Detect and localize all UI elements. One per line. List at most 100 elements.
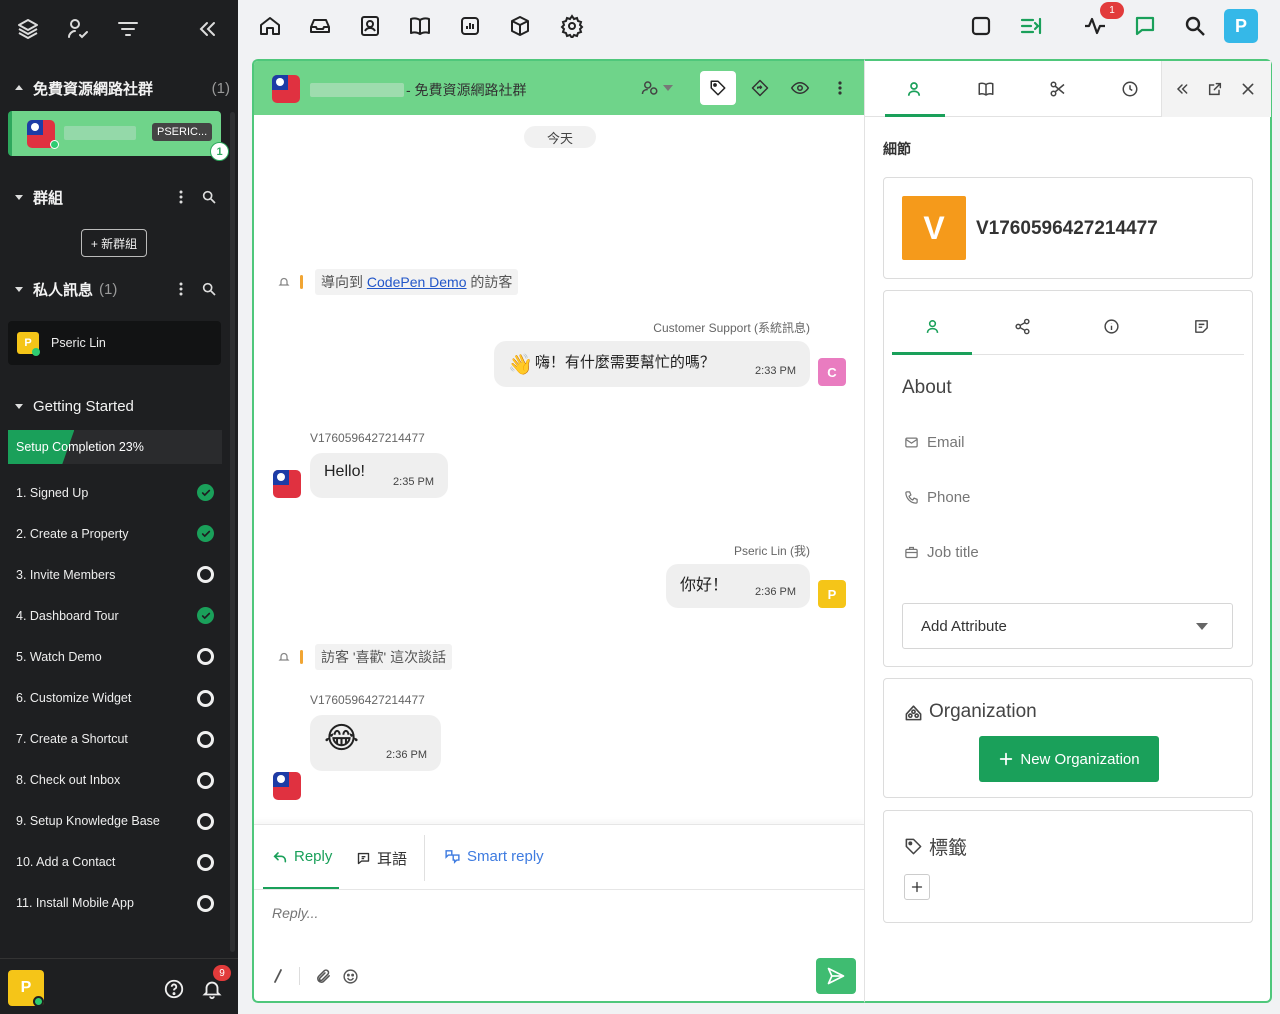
scissors-icon[interactable] — [1049, 80, 1067, 98]
setup-step[interactable]: 8. Check out Inbox — [8, 760, 222, 801]
job-label: Job title — [927, 544, 979, 561]
home-icon[interactable] — [258, 14, 282, 38]
setup-step[interactable]: 9. Setup Knowledge Base — [8, 801, 222, 842]
taiwan-flag-avatar — [273, 470, 301, 498]
setup-step[interactable]: 7. Create a Shortcut — [8, 719, 222, 760]
tab-reply[interactable]: Reply — [272, 848, 332, 865]
sidebar-scrollbar[interactable] — [230, 112, 235, 952]
tab-smart-reply[interactable]: Smart reply — [444, 848, 544, 865]
book-icon[interactable] — [977, 80, 995, 98]
tab-whisper[interactable]: 耳語 — [356, 848, 407, 869]
setup-step[interactable]: 6. Customize Widget — [8, 677, 222, 718]
blurred-name — [64, 126, 136, 140]
step-label: 4. Dashboard Tour — [16, 608, 119, 623]
system-event-text: 訪客 '喜歡' 這次談話 — [315, 644, 453, 670]
search-icon[interactable] — [1183, 14, 1207, 38]
search-icon[interactable] — [201, 189, 217, 205]
direction-icon[interactable] — [751, 79, 769, 97]
chevron-down-icon — [1196, 623, 1208, 630]
contact-name: Pseric Lin — [51, 336, 106, 350]
square-icon[interactable] — [969, 14, 993, 38]
paperclip-icon[interactable] — [315, 968, 332, 985]
external-link-icon[interactable] — [1207, 81, 1223, 97]
community-section-header[interactable]: 免費資源網路社群 (1) — [0, 73, 230, 103]
more-vertical-icon[interactable] — [175, 281, 187, 297]
community-count: (1) — [211, 79, 230, 97]
collapse-left-icon[interactable] — [1174, 81, 1190, 97]
empty-circle-icon — [197, 771, 214, 789]
message-bubble-visitor: 😂 2:36 PM — [310, 715, 441, 771]
contacts-icon[interactable] — [358, 14, 382, 38]
share-icon[interactable] — [1014, 318, 1031, 335]
job-title-field[interactable]: Job title — [904, 544, 979, 561]
setup-step[interactable]: 10. Add a Contact — [8, 842, 222, 883]
step-label: 3. Invite Members — [16, 567, 116, 582]
phone-field[interactable]: Phone — [904, 489, 970, 506]
emoji-icon[interactable] — [342, 968, 359, 985]
notes-icon[interactable] — [1193, 318, 1210, 335]
book-icon[interactable] — [408, 14, 432, 38]
cube-icon[interactable] — [508, 14, 532, 38]
user-icon[interactable] — [905, 80, 923, 98]
laughing-emoji: 😂 — [324, 721, 360, 755]
history-icon[interactable] — [1121, 80, 1139, 98]
new-group-button[interactable]: + 新群組 — [81, 229, 147, 257]
empty-circle-icon — [197, 894, 214, 912]
chat-icon[interactable] — [1133, 14, 1157, 38]
community-conversation-item[interactable]: PSERIC... 1 — [8, 111, 229, 161]
close-icon[interactable] — [1240, 81, 1256, 97]
assign-button[interactable] — [641, 79, 673, 97]
gear-icon[interactable] — [560, 14, 584, 38]
inbox-icon[interactable] — [308, 14, 332, 38]
setup-step[interactable]: 5. Watch Demo — [8, 636, 222, 677]
send-button[interactable] — [816, 958, 856, 994]
setup-step[interactable]: 2. Create a Property — [8, 513, 222, 554]
reports-icon[interactable] — [458, 14, 482, 38]
user-check-icon[interactable] — [66, 17, 90, 41]
private-count: (1) — [99, 280, 118, 298]
message-text: Hello! — [324, 462, 365, 480]
search-icon[interactable] — [201, 281, 217, 297]
reply-input[interactable] — [272, 901, 842, 925]
setup-step[interactable]: 1. Signed Up — [8, 472, 222, 513]
message-text: 嗨！有什麼需要幫忙的嗎？ — [534, 353, 715, 371]
info-icon[interactable] — [1103, 318, 1120, 335]
tab-reply-label: Reply — [294, 848, 333, 865]
tab-divider — [424, 835, 425, 881]
system-event-like: 訪客 '喜歡' 這次談話 — [278, 644, 453, 670]
more-vertical-icon[interactable] — [836, 80, 844, 96]
filter-icon[interactable] — [116, 17, 140, 41]
getting-started-header[interactable]: Getting Started — [0, 391, 230, 421]
email-field[interactable]: Email — [904, 434, 965, 451]
setup-step[interactable]: 4. Dashboard Tour — [8, 595, 222, 636]
more-vertical-icon[interactable] — [175, 189, 187, 205]
details-title: 細節 — [883, 141, 911, 157]
user-icon[interactable] — [924, 318, 941, 335]
eye-icon[interactable] — [790, 79, 810, 97]
help-icon[interactable] — [163, 978, 185, 1000]
private-contact-item[interactable]: P Pseric Lin — [8, 321, 221, 365]
new-organization-button[interactable]: New Organization — [979, 736, 1159, 782]
layers-icon[interactable] — [16, 17, 40, 41]
setup-step[interactable]: 3. Invite Members — [8, 554, 222, 595]
panel-controls — [1161, 61, 1271, 117]
codepen-demo-link[interactable]: CodePen Demo — [367, 274, 467, 290]
queue-icon[interactable] — [1019, 14, 1043, 38]
add-tag-button[interactable] — [904, 874, 930, 900]
tags-card: 標籤 — [883, 810, 1253, 923]
taiwan-flag-avatar — [273, 772, 301, 800]
groups-tools — [175, 189, 217, 205]
wave-emoji: 👋 — [508, 353, 533, 376]
setup-step[interactable]: 11. Install Mobile App — [8, 883, 222, 924]
collapse-sidebar-icon[interactable] — [195, 17, 219, 41]
organization-heading: Organization — [904, 701, 1037, 723]
add-attribute-select[interactable]: Add Attribute — [902, 603, 1233, 649]
tag-button[interactable] — [700, 71, 736, 105]
system-event-prefix: 導向到 — [321, 274, 367, 290]
profile-avatar[interactable]: P — [1224, 9, 1258, 43]
groups-title: 群組 — [33, 189, 64, 207]
plus-icon — [911, 881, 923, 893]
bell-icon[interactable] — [201, 978, 223, 1000]
slash-command-icon[interactable] — [272, 969, 284, 983]
step-label: 7. Create a Shortcut — [16, 732, 128, 747]
